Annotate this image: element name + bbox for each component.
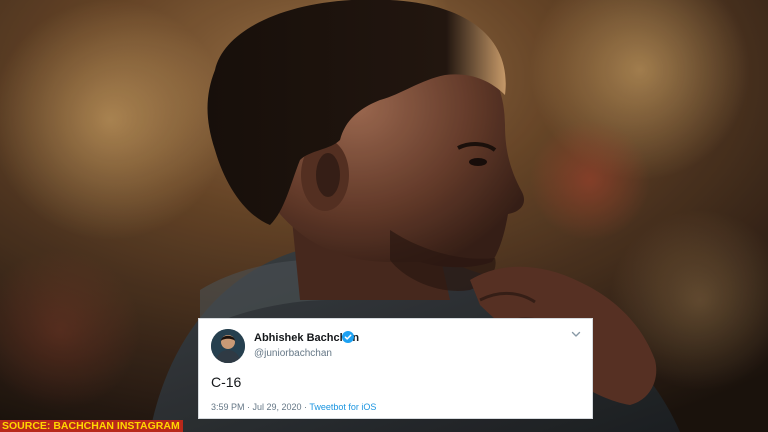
chevron-down-icon[interactable] — [570, 328, 582, 340]
verified-badge-icon — [342, 331, 354, 343]
tweet-timestamp[interactable]: 3:59 PM · Jul 29, 2020 · — [211, 402, 307, 412]
tweet-meta: 3:59 PM · Jul 29, 2020 · Tweetbot for iO… — [211, 402, 376, 412]
tweet-text: C-16 — [211, 374, 242, 390]
avatar-image — [211, 329, 245, 363]
article-image: Abhishek Bachchan @juniorbachchan C-16 3… — [0, 0, 768, 432]
avatar[interactable] — [211, 329, 245, 363]
embedded-tweet-card[interactable]: Abhishek Bachchan @juniorbachchan C-16 3… — [198, 318, 593, 419]
source-caption: SOURCE: BACHCHAN INSTAGRAM — [0, 420, 183, 432]
tweet-source-link[interactable]: Tweetbot for iOS — [309, 402, 376, 412]
tweet-author-handle[interactable]: @juniorbachchan — [254, 348, 332, 359]
